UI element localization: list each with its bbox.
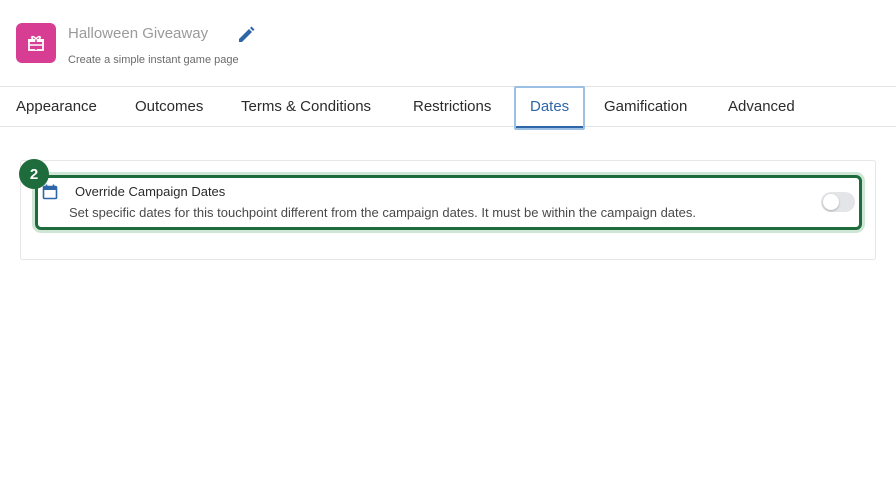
page-header: Halloween Giveaway Create a simple insta… <box>0 0 896 86</box>
tab-gamification[interactable]: Gamification <box>604 87 687 127</box>
gift-icon <box>16 23 56 63</box>
page-subtitle: Create a simple instant game page <box>68 54 239 66</box>
override-dates-title: Override Campaign Dates <box>75 184 226 199</box>
tab-advanced[interactable]: Advanced <box>728 87 795 127</box>
pencil-icon[interactable] <box>236 25 256 45</box>
override-dates-description: Set specific dates for this touchpoint d… <box>69 205 696 220</box>
tab-outcomes[interactable]: Outcomes <box>135 87 203 127</box>
tab-appearance[interactable]: Appearance <box>16 87 97 127</box>
tab-dates[interactable]: Dates <box>514 86 586 130</box>
page-title: Halloween Giveaway <box>68 25 209 42</box>
tab-bar: Appearance Outcomes Terms & Conditions R… <box>0 86 896 130</box>
tab-terms-conditions[interactable]: Terms & Conditions <box>241 87 371 127</box>
calendar-icon <box>42 184 58 200</box>
tab-restrictions[interactable]: Restrictions <box>413 87 491 127</box>
override-dates-toggle[interactable] <box>821 192 855 212</box>
toggle-knob <box>823 194 839 210</box>
